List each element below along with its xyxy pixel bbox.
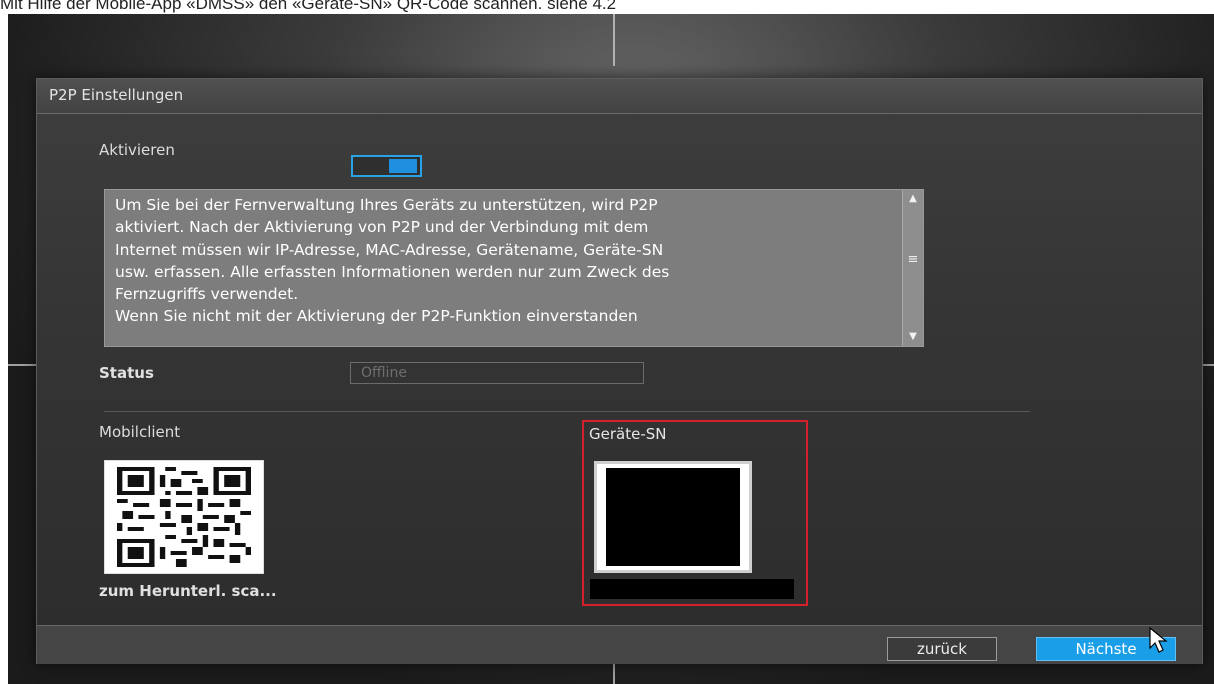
scroll-down-icon[interactable]: ▼ — [903, 328, 923, 346]
info-scrollbar[interactable]: ▲ ≡ ▼ — [902, 190, 923, 346]
mobile-client-label: Mobilclient — [99, 423, 181, 441]
p2p-settings-dialog: P2P Einstellungen Aktivieren Um Sie bei … — [36, 78, 1203, 664]
reflection-line — [613, 14, 615, 66]
mobile-client-qr-code — [104, 460, 264, 574]
status-label: Status — [99, 364, 154, 382]
dialog-title: P2P Einstellungen — [49, 86, 184, 104]
scroll-up-icon[interactable]: ▲ — [903, 190, 923, 208]
dialog-footer: zurück Nächste — [37, 625, 1202, 664]
enable-toggle[interactable] — [351, 155, 422, 177]
section-divider — [104, 411, 1030, 412]
dialog-header: P2P Einstellungen — [37, 79, 1202, 114]
scroll-thumb-icon[interactable]: ≡ — [907, 250, 919, 270]
status-field: Offline — [350, 362, 644, 384]
qr-code-icon — [117, 467, 251, 567]
back-button[interactable]: zurück — [887, 637, 997, 661]
p2p-info-text: Um Sie bei der Fernverwaltung Ihres Gerä… — [115, 196, 670, 326]
p2p-info-textbox[interactable]: Um Sie bei der Fernverwaltung Ihres Gerä… — [104, 189, 924, 347]
toggle-knob — [389, 159, 417, 173]
mouse-cursor-icon — [1149, 627, 1168, 653]
monitor-photo: P2P Einstellungen Aktivieren Um Sie bei … — [8, 14, 1214, 684]
highlight-box — [582, 420, 808, 606]
enable-label: Aktivieren — [99, 141, 175, 159]
reflection-line — [8, 364, 38, 366]
instruction-caption: Mit Hilfe der Mobile-App «DMSS» den «Ger… — [0, 0, 617, 13]
qr-download-caption: zum Herunterl. sca... — [99, 582, 277, 600]
